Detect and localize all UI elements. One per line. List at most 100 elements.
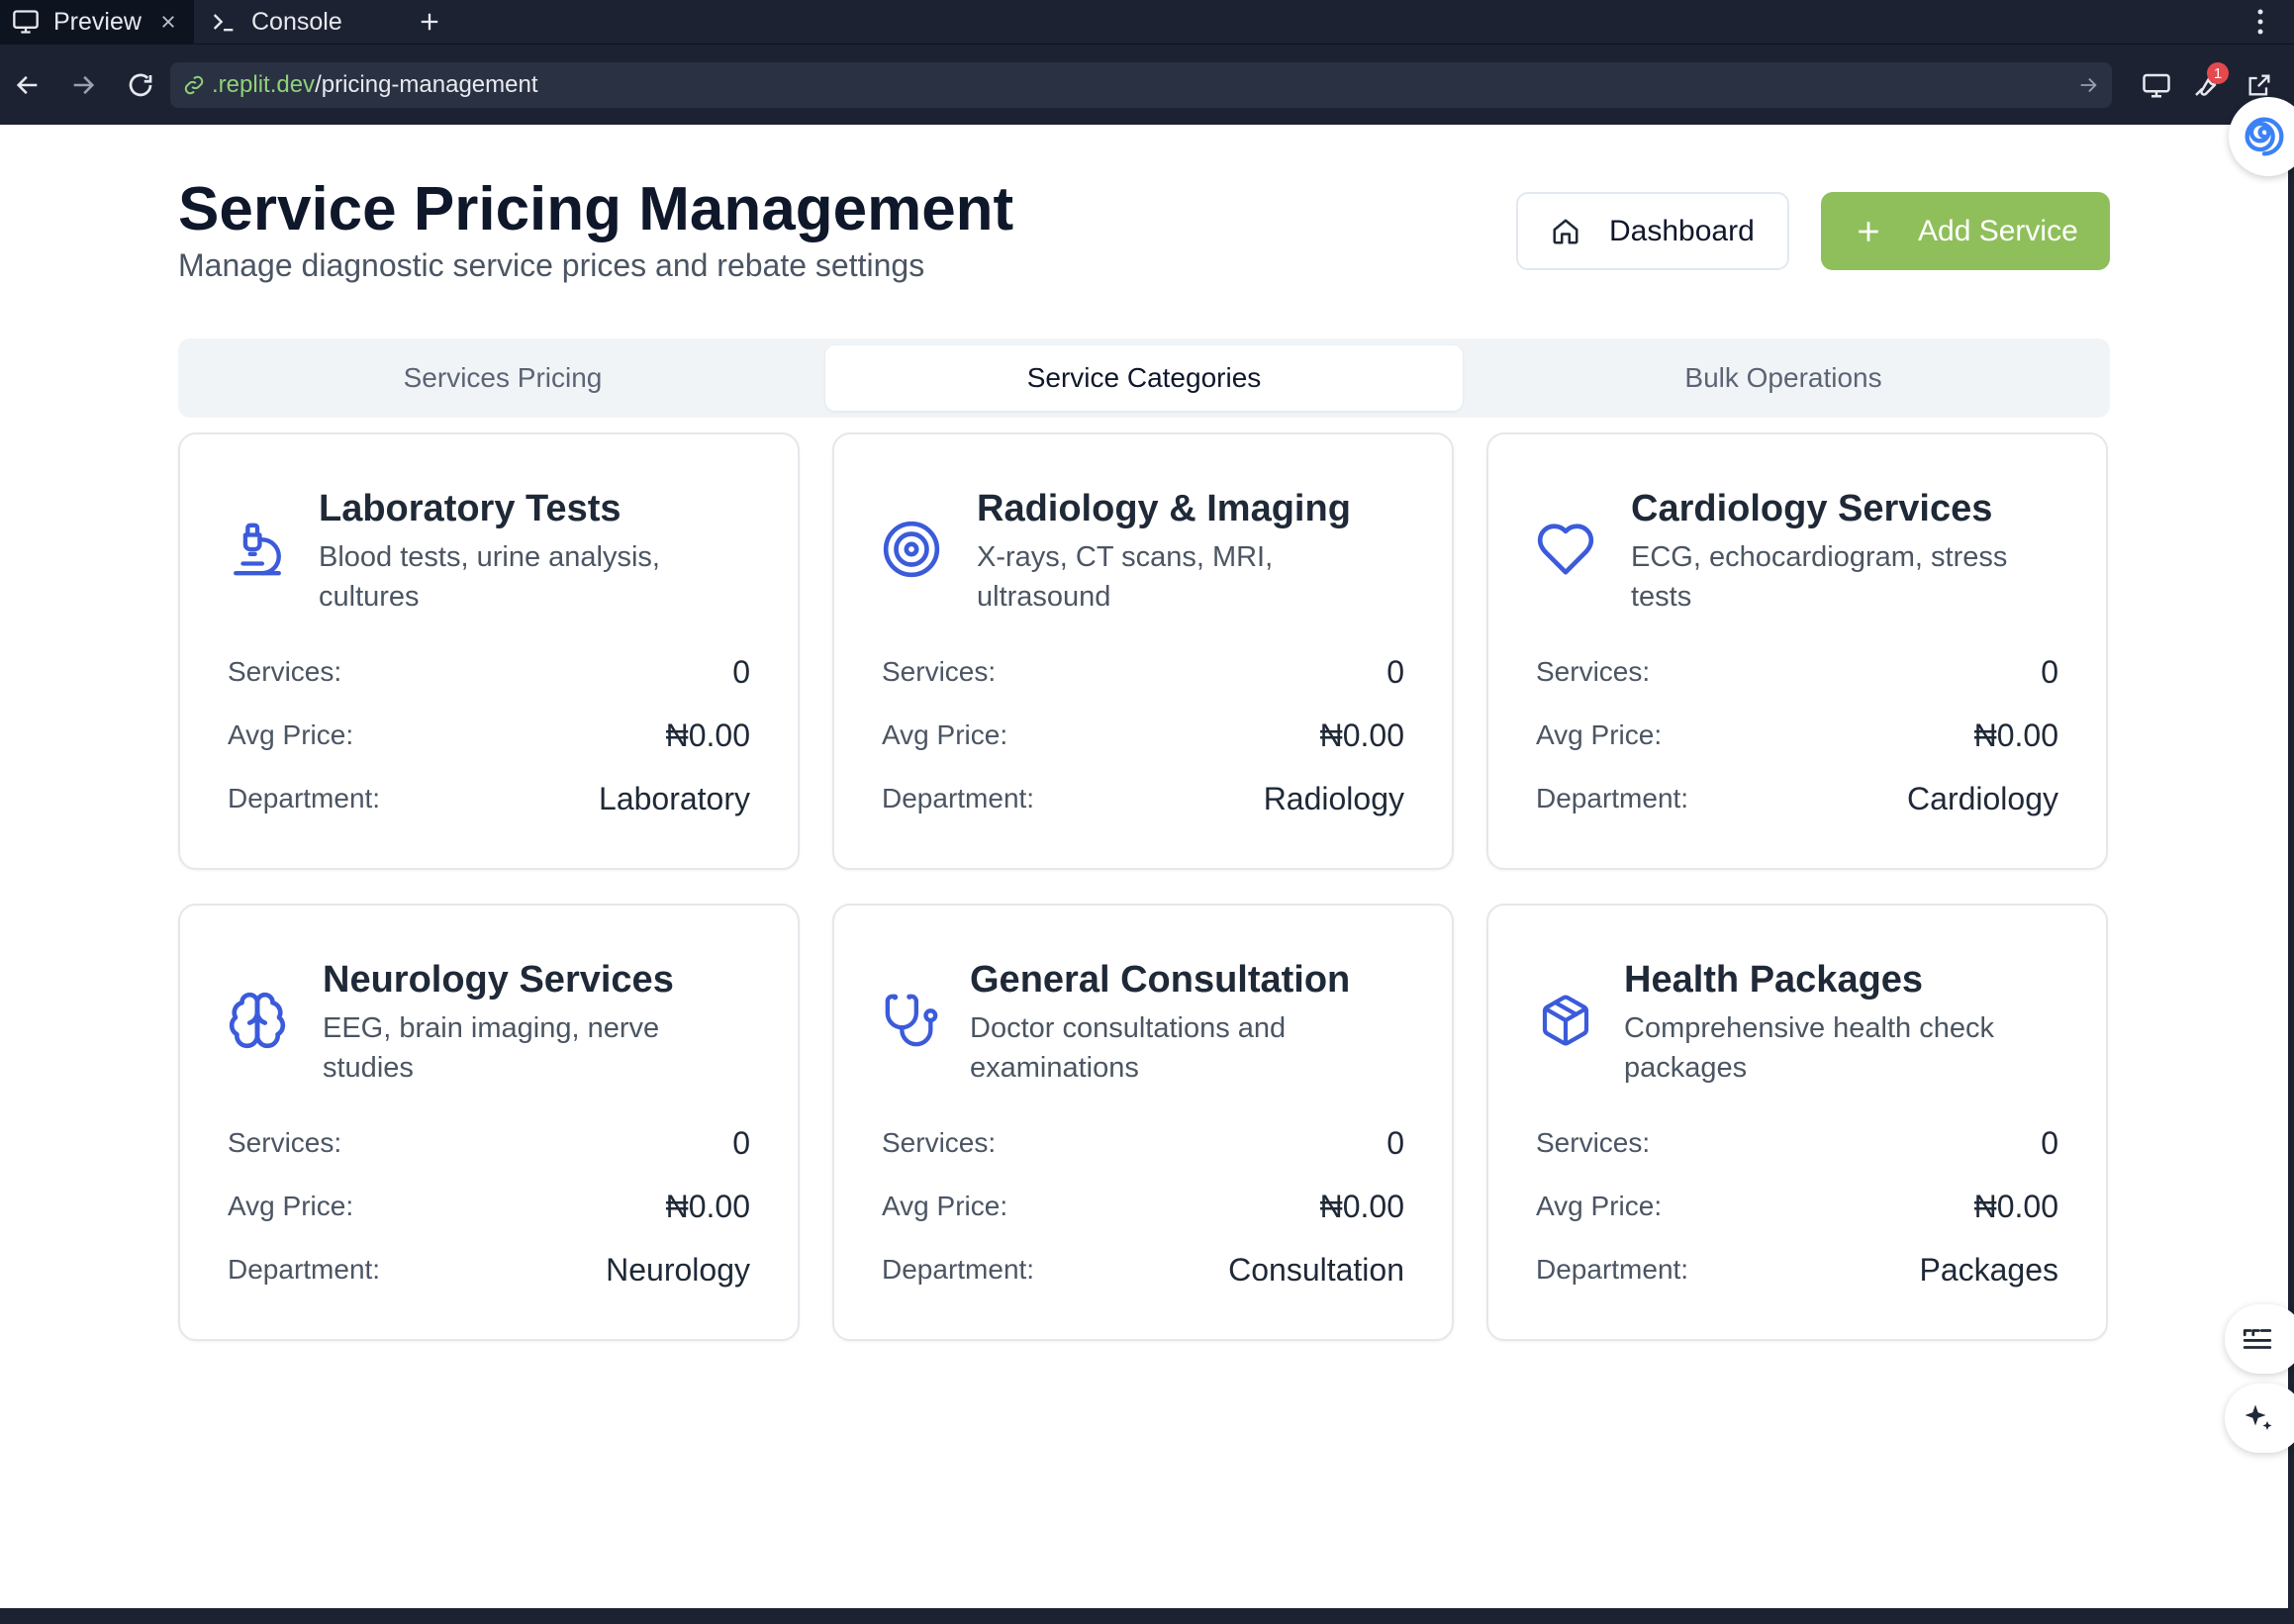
card-title: Radiology & Imaging — [977, 488, 1351, 529]
sparkle-ai-icon[interactable] — [2225, 1384, 2294, 1453]
target-icon — [880, 518, 943, 581]
dashboard-button-label: Dashboard — [1609, 214, 1755, 247]
department-row: Department: Laboratory — [228, 779, 750, 818]
services-label: Services: — [228, 656, 342, 687]
department-value: Cardiology — [1907, 780, 2058, 816]
services-row: Services: 0 — [882, 652, 1404, 692]
card-description: Blood tests, urine analysis, cultures — [319, 541, 660, 613]
plus-icon — [1853, 216, 1884, 247]
url-path: /pricing-management — [315, 71, 538, 98]
card-title: General Consultation — [970, 959, 1351, 1001]
avg-price-label: Avg Price: — [1536, 1191, 1663, 1221]
monitor-icon — [10, 6, 42, 38]
tab-console-label: Console — [251, 7, 342, 36]
page-content: Service Pricing Management Manage diagno… — [0, 125, 2288, 1608]
avg-price-value: ₦0.00 — [1973, 1188, 2058, 1224]
department-value: Radiology — [1263, 780, 1404, 816]
add-service-button[interactable]: Add Service — [1821, 192, 2110, 270]
page-title: Service Pricing Management — [178, 175, 1014, 243]
department-value: Laboratory — [599, 780, 750, 816]
avg-price-label: Avg Price: — [228, 1191, 354, 1221]
services-value: 0 — [1386, 1124, 1404, 1161]
tab-services-pricing[interactable]: Services Pricing — [186, 345, 819, 411]
avg-price-label: Avg Price: — [882, 1191, 1008, 1221]
dashboard-button[interactable]: Dashboard — [1516, 192, 1789, 270]
reload-icon[interactable] — [121, 65, 160, 105]
heart-icon — [1534, 518, 1597, 581]
department-row: Department: Packages — [1536, 1250, 2058, 1290]
card-title: Cardiology Services — [1631, 488, 1993, 529]
device-preview-icon[interactable] — [2136, 64, 2177, 106]
services-label: Services: — [228, 1127, 342, 1158]
avg-price-row: Avg Price: ₦0.00 — [228, 1187, 750, 1226]
department-value: Packages — [1919, 1251, 2058, 1288]
new-tab-plus-icon[interactable] — [414, 6, 445, 38]
category-card-consultation[interactable]: General Consultation Doctor consultation… — [832, 904, 1454, 1341]
services-label: Services: — [882, 1127, 997, 1158]
avg-price-value: ₦0.00 — [665, 1188, 750, 1224]
address-bar: .replit.dev /pricing-management 1 — [0, 44, 2294, 125]
services-row: Services: 0 — [1536, 1123, 2058, 1163]
stethoscope-icon — [880, 989, 943, 1052]
category-card-laboratory[interactable]: Laboratory Tests Blood tests, urine anal… — [178, 432, 800, 870]
card-description: Comprehensive health check packages — [1624, 1012, 1994, 1084]
department-label: Department: — [882, 1254, 1035, 1285]
avg-price-row: Avg Price: ₦0.00 — [882, 716, 1404, 755]
home-icon — [1548, 214, 1583, 249]
brain-icon — [226, 989, 289, 1052]
department-row: Department: Consultation — [882, 1250, 1404, 1290]
card-title: Health Packages — [1624, 959, 1924, 1001]
services-row: Services: 0 — [228, 652, 750, 692]
avg-price-row: Avg Price: ₦0.00 — [882, 1187, 1404, 1226]
card-description: EEG, brain imaging, nerve studies — [323, 1012, 660, 1084]
department-row: Department: Neurology — [228, 1250, 750, 1290]
department-row: Department: Cardiology — [1536, 779, 2058, 818]
services-value: 0 — [1386, 653, 1404, 690]
category-card-radiology[interactable]: Radiology & Imaging X-rays, CT scans, MR… — [832, 432, 1454, 870]
category-card-cardiology[interactable]: Cardiology Services ECG, echocardiogram,… — [1486, 432, 2108, 870]
card-description: ECG, echocardiogram, stress tests — [1631, 541, 2008, 613]
add-service-button-label: Add Service — [1918, 214, 2078, 247]
department-label: Department: — [1536, 783, 1689, 813]
more-options-icon[interactable] — [2252, 6, 2268, 38]
card-description: X-rays, CT scans, MRI, ultrasound — [977, 541, 1274, 613]
terminal-icon — [208, 6, 239, 38]
services-row: Services: 0 — [228, 1123, 750, 1163]
tab-console[interactable]: Console — [194, 0, 396, 44]
tab-bulk-operations[interactable]: Bulk Operations — [1465, 345, 2102, 411]
link-icon — [180, 71, 208, 99]
services-value: 0 — [732, 1124, 750, 1161]
avg-price-value: ₦0.00 — [1319, 1188, 1404, 1224]
services-value: 0 — [2041, 653, 2058, 690]
category-card-neurology[interactable]: Neurology Services EEG, brain imaging, n… — [178, 904, 800, 1341]
card-title: Neurology Services — [323, 959, 674, 1001]
category-card-packages[interactable]: Health Packages Comprehensive health che… — [1486, 904, 2108, 1341]
go-arrow-icon[interactable] — [2072, 69, 2104, 101]
avg-price-row: Avg Price: ₦0.00 — [1536, 1187, 2058, 1226]
microscope-icon — [226, 518, 289, 581]
url-field[interactable]: .replit.dev /pricing-management — [170, 62, 2112, 108]
card-title: Laboratory Tests — [319, 488, 621, 529]
avg-price-value: ₦0.00 — [1973, 716, 2058, 753]
notification-badge: 1 — [2207, 62, 2229, 84]
forward-arrow-icon[interactable] — [63, 65, 103, 105]
back-arrow-icon[interactable] — [8, 65, 48, 105]
department-row: Department: Radiology — [882, 779, 1404, 818]
services-row: Services: 0 — [882, 1123, 1404, 1163]
close-icon[interactable] — [154, 8, 182, 36]
card-description: Doctor consultations and examinations — [970, 1012, 1287, 1084]
tab-preview[interactable]: Preview — [0, 0, 194, 44]
tab-preview-label: Preview — [53, 7, 142, 36]
browser-tab-strip: Preview Console — [0, 0, 2294, 44]
pricing-tabs: Services Pricing Service Categories Bulk… — [178, 338, 2110, 418]
quote-notes-icon[interactable] — [2225, 1304, 2294, 1374]
avg-price-row: Avg Price: ₦0.00 — [228, 716, 750, 755]
package-icon — [1534, 989, 1597, 1052]
department-value: Neurology — [606, 1251, 750, 1288]
avg-price-label: Avg Price: — [882, 719, 1008, 750]
services-value: 0 — [2041, 1124, 2058, 1161]
department-label: Department: — [228, 1254, 381, 1285]
services-label: Services: — [1536, 656, 1651, 687]
devtools-wrench-icon[interactable]: 1 — [2185, 62, 2229, 106]
tab-service-categories[interactable]: Service Categories — [825, 345, 1463, 411]
